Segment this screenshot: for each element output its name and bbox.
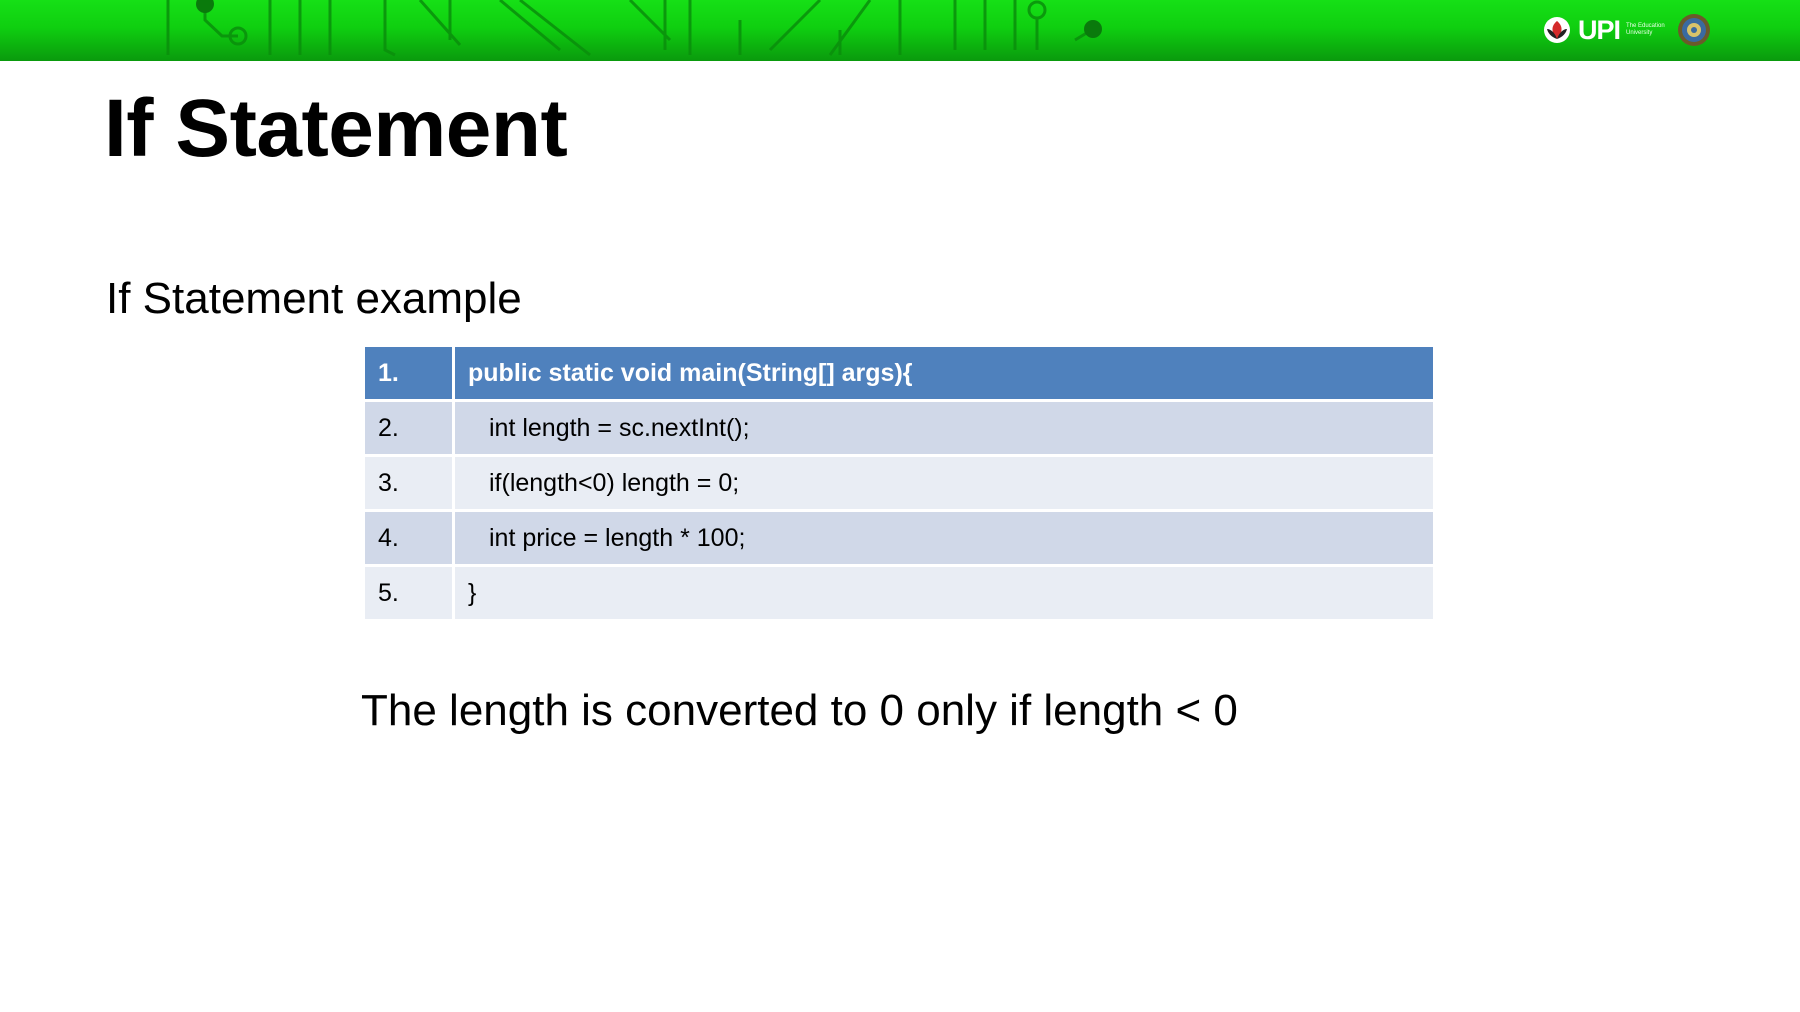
code-line: int price = length * 100;: [453, 510, 1433, 567]
line-number: 5.: [365, 565, 455, 622]
code-row: 4. int price = length * 100;: [365, 510, 1433, 567]
line-number: 1.: [365, 347, 455, 402]
upi-flower-icon: [1543, 17, 1570, 43]
upi-logo-subtext: The Education University: [1626, 23, 1665, 36]
slide-title: If Statement: [104, 83, 568, 174]
university-seal-icon: [1678, 14, 1710, 46]
code-row: 5. }: [365, 565, 1433, 622]
code-table: 1. public static void main(String[] args…: [365, 347, 1433, 622]
code-row: 1. public static void main(String[] args…: [365, 347, 1433, 402]
code-row: 3. if(length<0) length = 0;: [365, 455, 1433, 512]
line-number: 2.: [365, 400, 455, 457]
circuit-decoration: [166, 0, 1102, 57]
line-number: 3.: [365, 455, 455, 512]
line-number: 4.: [365, 510, 455, 567]
slide-subtitle: If Statement example: [106, 274, 522, 323]
logo-group: UPI The Education University: [1542, 12, 1712, 48]
upi-logo-text: UPI: [1577, 14, 1621, 45]
code-row: 2. int length = sc.nextInt();: [365, 400, 1433, 457]
slide-note: The length is converted to 0 only if len…: [361, 686, 1238, 735]
code-line: }: [453, 565, 1433, 622]
code-line: public static void main(String[] args){: [453, 347, 1433, 402]
code-line: int length = sc.nextInt();: [453, 400, 1433, 457]
upi-logo: UPI The Education University: [1542, 15, 1666, 46]
header-bar: UPI The Education University: [0, 0, 1800, 61]
code-line: if(length<0) length = 0;: [453, 455, 1433, 512]
